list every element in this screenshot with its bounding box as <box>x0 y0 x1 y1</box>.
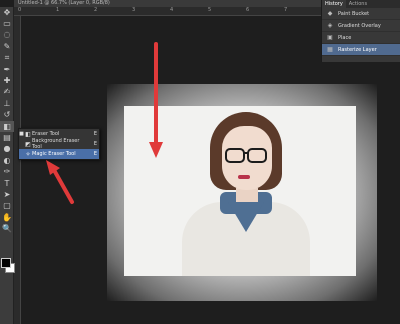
history-state-label: Place <box>338 34 352 41</box>
dodge-icon[interactable]: ◐ <box>0 155 14 166</box>
brush-icon[interactable]: ✍ <box>0 87 14 98</box>
foreground-color-swatch[interactable] <box>1 258 11 268</box>
photo-lips <box>238 175 250 179</box>
photo-vneck <box>228 202 264 232</box>
document-tab-title: Untitled-1 @ 66.7% (Layer 0, RGB/8) <box>18 0 110 6</box>
ruler-tick-label: 6 <box>246 7 250 13</box>
gradient-icon[interactable]: ▤ <box>0 132 14 143</box>
history-state-label: Rasterize Layer <box>338 46 377 53</box>
flyout-item-label: Magic Eraser Tool <box>32 151 76 157</box>
place-icon: ▣ <box>327 34 333 41</box>
healing-brush-icon[interactable]: ✚ <box>0 75 14 86</box>
history-state[interactable]: ◈ Gradient Overlay <box>322 20 400 32</box>
vertical-ruler <box>14 16 21 324</box>
move-icon[interactable]: ✥ <box>0 7 14 18</box>
history-state[interactable]: ▦ Rasterize Layer <box>322 44 400 56</box>
history-brush-icon[interactable]: ↺ <box>0 110 14 121</box>
eraser-tools-flyout: ■ ◧ Eraser Tool E ◩ Background Eraser Tool E ✧ M… <box>18 128 100 160</box>
background-eraser-icon: ◩ <box>25 140 31 148</box>
history-panel-tabs: History Actions <box>322 0 400 8</box>
history-list: ◆ Paint Bucket ◈ Gradient Overlay ▣ Place ▦ Ras… <box>322 8 400 56</box>
history-state-label: Paint Bucket <box>338 10 370 17</box>
flyout-item-shortcut: E <box>93 151 97 157</box>
zoom-icon[interactable]: 🔍 <box>0 223 14 234</box>
ruler-tick-label: 2 <box>94 7 98 13</box>
color-swatches[interactable] <box>1 258 15 273</box>
history-tab[interactable]: Actions <box>346 0 370 8</box>
eraser-icon[interactable]: ◧ <box>0 120 14 133</box>
ruler-tick-label: 5 <box>208 7 212 13</box>
flyout-item[interactable]: ✧ Magic Eraser Tool E <box>19 149 99 159</box>
hand-icon[interactable]: ✋ <box>0 212 14 223</box>
eyedropper-icon[interactable]: ✒ <box>0 64 14 75</box>
history-panel: History Actions ◆ Paint Bucket ◈ Gradient Ov… <box>321 0 400 62</box>
ruler-tick-label: 0 <box>18 7 22 13</box>
paint-bucket-icon: ◆ <box>327 10 333 17</box>
ruler-tick-label: 1 <box>56 7 60 13</box>
layer-style-icon: ◈ <box>327 22 333 29</box>
photo-neck <box>236 188 258 202</box>
annotation-arrow-up-left <box>46 160 74 204</box>
eraser-icon: ◧ <box>25 130 31 138</box>
flyout-item-label: Eraser Tool <box>32 131 60 137</box>
flyout-item-shortcut: E <box>93 141 97 147</box>
ruler-tick-label: 3 <box>132 7 136 13</box>
quick-select-icon[interactable]: ✎ <box>0 41 14 52</box>
glasses-right-lens <box>247 148 267 163</box>
magic-eraser-icon: ✧ <box>25 150 31 158</box>
pen-icon[interactable]: ✑ <box>0 166 14 177</box>
history-tab[interactable]: History <box>322 0 346 8</box>
rasterize-icon: ▦ <box>327 46 333 53</box>
canvas-photo[interactable] <box>124 106 356 276</box>
path-select-icon[interactable]: ➤ <box>0 189 14 200</box>
flyout-item-shortcut: E <box>93 131 97 137</box>
history-state-label: Gradient Overlay <box>338 22 381 29</box>
ruler-tick-label: 4 <box>170 7 174 13</box>
ruler-tick-label: 7 <box>284 7 288 13</box>
marquee-icon[interactable]: ▭ <box>0 18 14 29</box>
shape-icon[interactable]: ▢ <box>0 201 14 212</box>
crop-icon[interactable]: ⌗ <box>0 53 14 64</box>
flyout-item[interactable]: ◩ Background Eraser Tool E <box>19 138 99 150</box>
type-icon[interactable]: T <box>0 178 14 189</box>
glasses-bridge <box>243 152 248 154</box>
history-state[interactable]: ◆ Paint Bucket <box>322 8 400 20</box>
tools-panel: ✥ ▭ ◌ ✎ ⌗ ✒ ✚ ✍ ⊥ ↺ ◧ ▤ ● ◐ ✑ T ➤ ▢ ✋ 🔍 <box>0 7 14 324</box>
clone-stamp-icon[interactable]: ⊥ <box>0 98 14 109</box>
lasso-icon[interactable]: ◌ <box>0 30 14 41</box>
glasses-left-lens <box>225 148 245 163</box>
history-state[interactable]: ▣ Place <box>322 32 400 44</box>
blur-icon[interactable]: ● <box>0 144 14 155</box>
